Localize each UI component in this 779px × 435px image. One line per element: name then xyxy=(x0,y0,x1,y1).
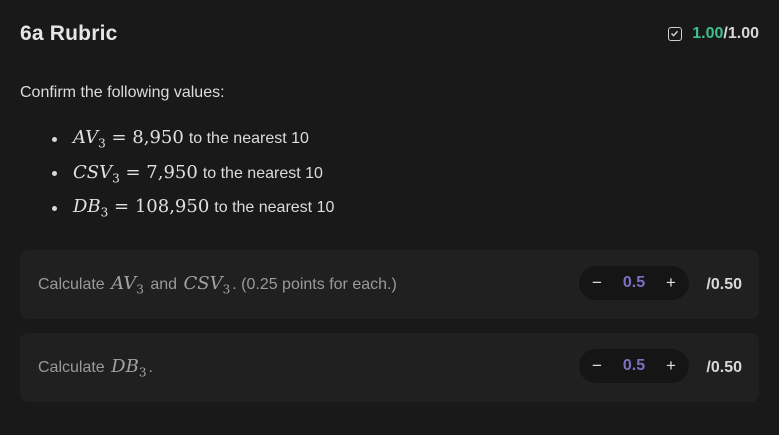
math-variable: AV xyxy=(111,272,137,294)
math-expression: DB3 = 108,950 xyxy=(73,196,209,220)
instructions-intro: Confirm the following values: xyxy=(20,84,225,101)
rubric-criterion: Calculate DB3 . − 0.5 + /0.50 xyxy=(20,333,759,402)
rubric-title: 6a Rubric xyxy=(20,22,118,45)
math-expression: DB3 xyxy=(111,356,146,380)
criterion-text: . xyxy=(148,358,153,376)
criterion-description: Calculate DB3 . xyxy=(38,333,153,402)
bullet-icon xyxy=(52,171,57,177)
points-stepper: − 0.5 + xyxy=(579,266,689,300)
math-variable: AV xyxy=(73,127,99,149)
math-subscript: 3 xyxy=(112,171,120,186)
math-variable: CSV xyxy=(73,161,113,183)
criterion-text: Calculate xyxy=(38,275,110,293)
rubric-criterion: Calculate AV3 and CSV3 . (0.25 points fo… xyxy=(20,250,759,319)
increment-button[interactable]: + xyxy=(656,349,686,383)
criterion-max-points: /0.50 xyxy=(706,359,742,376)
criterion-text: and xyxy=(145,275,182,293)
value-suffix: to the nearest 10 xyxy=(214,199,335,217)
bullet-icon xyxy=(52,136,57,142)
criterion-text: . (0.25 points for each.) xyxy=(232,275,397,293)
criterion-description: Calculate AV3 and CSV3 . (0.25 points fo… xyxy=(38,250,397,319)
math-value: = 7,950 xyxy=(119,161,198,183)
rubric-header: 6a Rubric 1.00/1.00 xyxy=(20,22,759,50)
math-variable: CSV xyxy=(183,272,223,294)
math-expression: CSV3 xyxy=(184,273,231,297)
math-expression: CSV3 = 7,950 xyxy=(73,162,198,186)
rubric-panel: 6a Rubric 1.00/1.00 Confirm the followin… xyxy=(0,0,779,435)
math-expression: AV3 xyxy=(111,273,144,297)
points-value[interactable]: 0.5 xyxy=(609,349,659,383)
decrement-button[interactable]: − xyxy=(582,266,612,300)
list-item: AV3 = 8,950 to the nearest 10 xyxy=(52,122,334,157)
criterion-max-points: /0.50 xyxy=(706,276,742,293)
math-variable: DB xyxy=(73,196,101,218)
points-value[interactable]: 0.5 xyxy=(609,266,659,300)
math-value: = 8,950 xyxy=(105,127,184,149)
math-subscript: 3 xyxy=(136,282,144,297)
math-value: = 108,950 xyxy=(108,196,210,218)
math-expression: AV3 = 8,950 xyxy=(73,127,184,151)
checkbox-checked-icon xyxy=(668,27,683,41)
math-subscript: 3 xyxy=(98,137,106,152)
rubric-score: 1.00/1.00 xyxy=(668,25,759,43)
points-stepper: − 0.5 + xyxy=(579,349,689,383)
math-subscript: 3 xyxy=(222,282,231,297)
math-subscript: 3 xyxy=(138,365,147,380)
score-total: /1.00 xyxy=(723,25,759,42)
math-variable: DB xyxy=(111,355,139,377)
decrement-button[interactable]: − xyxy=(582,349,612,383)
value-suffix: to the nearest 10 xyxy=(202,164,323,182)
bullet-icon xyxy=(52,205,57,211)
values-list: AV3 = 8,950 to the nearest 10 CSV3 = 7,9… xyxy=(52,122,334,226)
value-suffix: to the nearest 10 xyxy=(188,130,309,148)
criterion-text: Calculate xyxy=(38,358,110,376)
list-item: CSV3 = 7,950 to the nearest 10 xyxy=(52,157,334,192)
increment-button[interactable]: + xyxy=(656,266,686,300)
score-earned: 1.00 xyxy=(692,25,724,42)
list-item: DB3 = 108,950 to the nearest 10 xyxy=(52,191,334,226)
